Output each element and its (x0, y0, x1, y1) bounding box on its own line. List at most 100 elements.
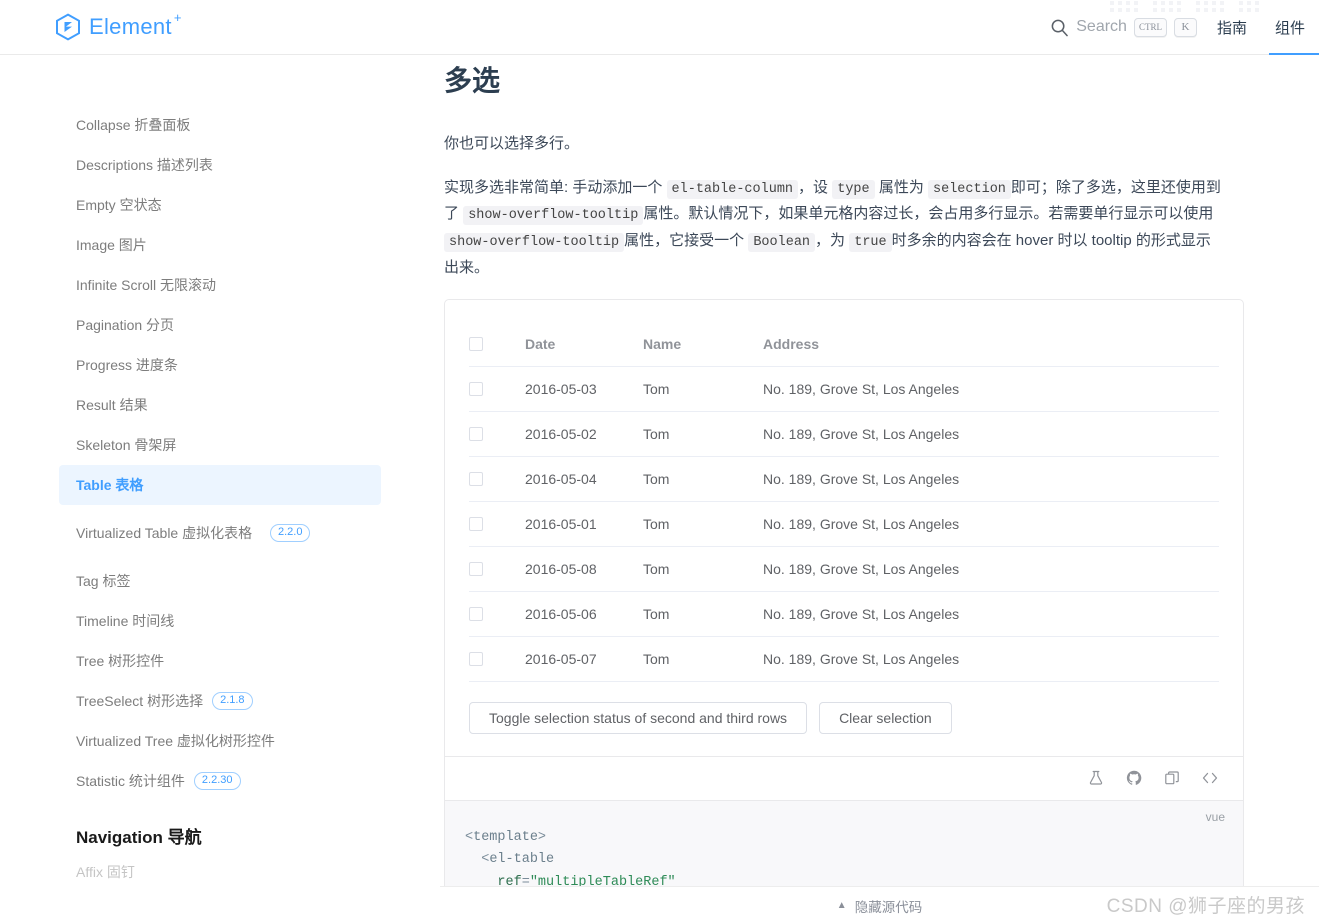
code-language-label: vue (1205, 809, 1225, 824)
row-checkbox[interactable] (469, 651, 483, 666)
sidebar-item-tree[interactable]: Tree 树形控件 (59, 641, 381, 681)
desc-text-5: 属性。默认情况下，如果单元格内容过长，会占用多行显示。若需要单行显示可以使用 (643, 205, 1214, 223)
logo[interactable]: Element + (55, 10, 182, 41)
nav-link-components[interactable]: 组件 (1261, 0, 1319, 55)
demo-body: Date Name Address 2016-05-03 Tom No. 189… (445, 300, 1243, 756)
sidebar-item-infinite-scroll[interactable]: Infinite Scroll 无限滚动 (59, 265, 381, 305)
clear-selection-button[interactable]: Clear selection (819, 701, 952, 734)
desc-text-6: 属性，它接受一个 (624, 232, 745, 250)
cell-address: No. 189, Grove St, Los Angeles (763, 456, 1219, 502)
sidebar-item-tag[interactable]: Tag 标签 (59, 561, 381, 601)
inline-code-show-overflow-tooltip-2: show-overflow-tooltip (444, 233, 625, 253)
code-brackets-icon[interactable] (1202, 770, 1218, 786)
kbd-k: K (1173, 17, 1197, 37)
sidebar-item-label: Descriptions 描述列表 (76, 156, 213, 173)
cell-name: Tom (643, 546, 763, 592)
github-icon[interactable] (1126, 770, 1142, 786)
table-body: 2016-05-03 Tom No. 189, Grove St, Los An… (469, 366, 1219, 682)
csdn-watermark: CSDN @狮子座的男孩 (1106, 896, 1305, 917)
cell-date: 2016-05-03 (525, 366, 643, 412)
sidebar-item-label: Progress 进度条 (76, 356, 178, 373)
code-token: < (465, 829, 474, 845)
row-select-cell (469, 591, 525, 637)
search-input[interactable]: Search CTRL K (1044, 14, 1203, 41)
column-header-date: Date (525, 323, 643, 367)
sidebar-item-result[interactable]: Result 结果 (59, 385, 381, 425)
sidebar-item-skeleton[interactable]: Skeleton 骨架屏 (59, 425, 381, 465)
cell-date: 2016-05-06 (525, 591, 643, 637)
sidebar-item-label: Virtualized Table 虚拟化表格 (76, 524, 253, 541)
cell-date: 2016-05-01 (525, 501, 643, 547)
sidebar-item-label: Infinite Scroll 无限滚动 (76, 276, 217, 293)
sidebar-item-label: Image 图片 (76, 236, 147, 253)
sidebar-item-timeline[interactable]: Timeline 时间线 (59, 601, 381, 641)
nav-link-guide[interactable]: 指南 (1203, 0, 1261, 55)
cell-address: No. 189, Grove St, Los Angeles (763, 366, 1219, 412)
version-badge: 2.1.8 (212, 691, 253, 711)
row-select-cell (469, 546, 525, 592)
code-line: <template> (465, 827, 1243, 850)
copy-icon[interactable] (1164, 770, 1180, 786)
table-row[interactable]: 2016-05-03 Tom No. 189, Grove St, Los An… (469, 366, 1219, 412)
sidebar-item-virtualized-table[interactable]: Virtualized Table 虚拟化表格 2.2.0 (59, 505, 381, 561)
cell-date: 2016-05-02 (525, 411, 643, 457)
page-title: 多选 (444, 65, 501, 96)
row-checkbox[interactable] (469, 561, 483, 576)
sidebar-item-collapse[interactable]: Collapse 折叠面板 (59, 105, 381, 145)
sidebar-item-label: Virtualized Tree 虚拟化树形控件 (76, 732, 275, 749)
table-row[interactable]: 2016-05-02 Tom No. 189, Grove St, Los An… (469, 411, 1219, 457)
sidebar-item-label: Skeleton 骨架屏 (76, 436, 177, 453)
row-checkbox[interactable] (469, 516, 483, 531)
sidebar-item-pagination[interactable]: Pagination 分页 (59, 305, 381, 345)
row-checkbox[interactable] (469, 426, 483, 441)
row-checkbox[interactable] (469, 381, 483, 396)
sidebar-item-statistic[interactable]: Statistic 统计组件 2.2.30 (59, 761, 381, 801)
select-all-header (469, 323, 525, 367)
cell-address: No. 189, Grove St, Los Angeles (763, 636, 1219, 682)
sidebar-item-virtualized-tree[interactable]: Virtualized Tree 虚拟化树形控件 (59, 721, 381, 761)
table-row[interactable]: 2016-05-07 Tom No. 189, Grove St, Los An… (469, 636, 1219, 682)
sidebar-item-empty[interactable]: Empty 空状态 (59, 185, 381, 225)
sidebar-item-label: Statistic 统计组件 (76, 772, 185, 789)
inline-code-el-table-column: el-table-column (666, 179, 799, 199)
row-select-cell (469, 411, 525, 457)
inline-code-boolean: Boolean (748, 233, 816, 253)
table-row[interactable]: 2016-05-01 Tom No. 189, Grove St, Los An… (469, 501, 1219, 547)
cell-date: 2016-05-08 (525, 546, 643, 592)
table-row[interactable]: 2016-05-06 Tom No. 189, Grove St, Los An… (469, 591, 1219, 637)
code-token: > (537, 829, 547, 845)
select-all-checkbox[interactable] (469, 336, 483, 351)
row-checkbox[interactable] (469, 606, 483, 621)
row-select-cell (469, 636, 525, 682)
chevron-up-icon: ▲ (836, 900, 847, 911)
hide-source-label[interactable]: 隐藏源代码 (855, 896, 923, 916)
sidebar-item-progress[interactable]: Progress 进度条 (59, 345, 381, 385)
sidebar-item-treeselect[interactable]: TreeSelect 树形选择 2.1.8 (59, 681, 381, 721)
sidebar-item-label: Table 表格 (76, 476, 144, 493)
sidebar-item-image[interactable]: Image 图片 (59, 225, 381, 265)
cell-address: No. 189, Grove St, Los Angeles (763, 411, 1219, 457)
code-token: el-table (489, 852, 555, 868)
cell-address: No. 189, Grove St, Los Angeles (763, 501, 1219, 547)
row-checkbox[interactable] (469, 471, 483, 486)
cell-name: Tom (643, 501, 763, 547)
sidebar-item-label: TreeSelect 树形选择 (76, 692, 204, 709)
row-select-cell (469, 456, 525, 502)
row-select-cell (469, 366, 525, 412)
toggle-selection-button[interactable]: Toggle selection status of second and th… (469, 701, 808, 734)
table-row[interactable]: 2016-05-08 Tom No. 189, Grove St, Los An… (469, 546, 1219, 592)
sidebar-item-label: Tree 树形控件 (76, 652, 165, 669)
sidebar-item-affix[interactable]: Affix 固钉 (59, 852, 381, 892)
flask-icon[interactable] (1088, 770, 1104, 786)
table-row[interactable]: 2016-05-04 Tom No. 189, Grove St, Los An… (469, 456, 1219, 502)
sidebar-item-descriptions[interactable]: Descriptions 描述列表 (59, 145, 381, 185)
cell-name: Tom (643, 591, 763, 637)
sidebar-item-table[interactable]: Table 表格 (59, 465, 381, 505)
column-header-address: Address (763, 323, 1219, 367)
logo-plus: + (173, 10, 182, 25)
search-icon (1051, 19, 1069, 36)
sidebar: Collapse 折叠面板 Descriptions 描述列表 Empty 空状… (0, 55, 440, 924)
sidebar-item-label: Affix 固钉 (76, 863, 135, 880)
cell-date: 2016-05-07 (525, 636, 643, 682)
description-paragraph: 实现多选非常简单: 手动添加一个 el-table-column ，设 type … (444, 175, 1224, 281)
